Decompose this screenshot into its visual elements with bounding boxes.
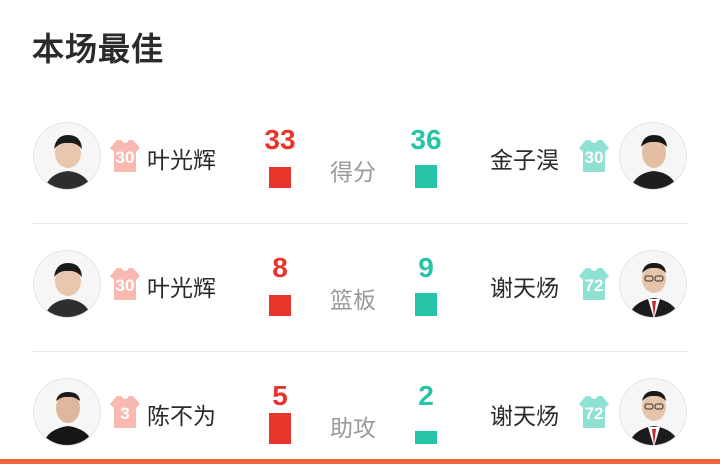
home-stat-value: 8 [272,252,288,283]
section-title: 本场最佳 [32,30,165,68]
home-stat-value: 5 [272,380,288,411]
stat-row-rebounds[interactable]: 30 叶光辉 8 篮板 9 谢天炀 72 [0,224,720,352]
away-jersey-icon: 30 [578,139,610,173]
home-jersey-icon: 3 [109,395,141,429]
away-stat-value: 9 [418,252,434,283]
home-stat-bar [269,295,291,316]
away-jersey-number: 72 [584,404,604,423]
away-stat-value: 36 [410,124,442,155]
stat-category-label: 助攻 [330,416,376,442]
home-player-avatar[interactable] [33,250,101,318]
away-stat-bar [415,293,437,316]
home-player-name[interactable]: 叶光辉 [147,141,216,175]
away-player-avatar[interactable] [619,250,687,318]
home-jersey-number: 30 [115,148,135,167]
home-player-avatar[interactable] [33,378,101,446]
away-stat-value: 2 [418,380,434,411]
stat-category-label: 篮板 [330,288,376,314]
home-stat-value: 33 [264,124,296,155]
away-stat-bar [415,431,437,444]
away-player-avatar[interactable] [619,378,687,446]
home-stat-bar [269,413,291,444]
home-player-name[interactable]: 叶光辉 [147,269,216,303]
home-player-avatar[interactable] [33,122,101,190]
home-jersey-icon: 30 [109,139,141,173]
home-jersey-number: 3 [120,404,130,423]
away-player-name[interactable]: 谢天炀 [490,397,559,431]
away-jersey-icon: 72 [578,395,610,429]
bottom-accent-bar [0,459,720,464]
home-jersey-icon: 30 [109,267,141,301]
home-player-name[interactable]: 陈不为 [147,397,216,431]
away-jersey-number: 30 [584,148,604,167]
away-player-name[interactable]: 金子淏 [490,141,559,175]
away-player-name[interactable]: 谢天炀 [490,269,559,303]
home-stat-bar [269,167,291,188]
stat-row-assists[interactable]: 3 陈不为 5 助攻 2 谢天炀 72 [0,352,720,464]
away-jersey-number: 72 [584,276,604,295]
stat-category-label: 得分 [330,160,376,186]
away-stat-bar [415,165,437,188]
stat-row-points[interactable]: 30 叶光辉 33 得分 36 金子淏 30 [0,96,720,224]
home-jersey-number: 30 [115,276,135,295]
away-jersey-icon: 72 [578,267,610,301]
away-player-avatar[interactable] [619,122,687,190]
